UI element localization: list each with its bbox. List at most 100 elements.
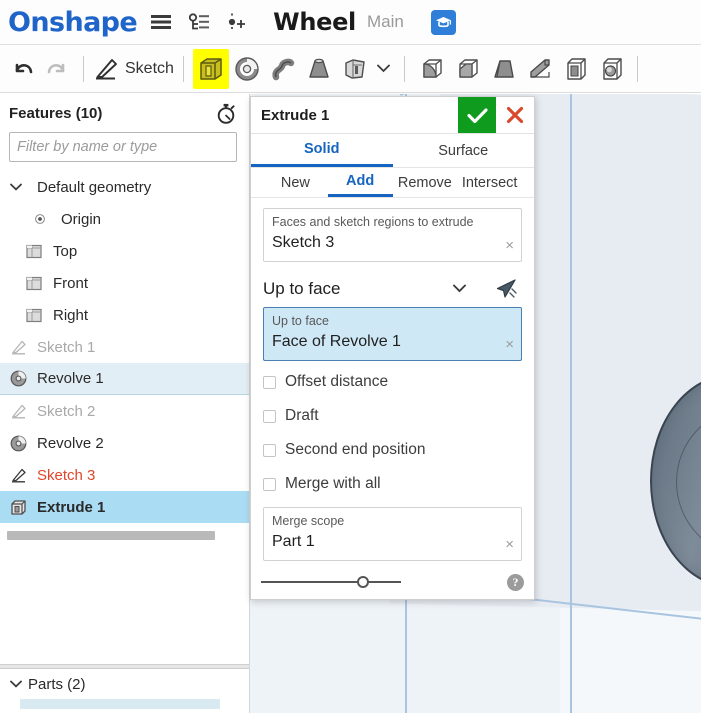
sketch-button[interactable]: Sketch [93, 50, 174, 88]
stopwatch-icon[interactable] [213, 100, 239, 126]
add-version-icon[interactable] [223, 7, 251, 37]
chevron-down-icon[interactable] [373, 50, 395, 88]
hole-icon[interactable] [594, 49, 630, 89]
checkbox-second-end-position[interactable]: Second end position [263, 433, 522, 467]
extrude-icon [10, 499, 32, 516]
feature-label: Top [53, 242, 78, 260]
sketch-line-vertical-2 [570, 94, 572, 713]
extrude-dialog-body: Faces and sketch regions to extrude Sket… [251, 198, 534, 561]
draft-icon[interactable] [486, 49, 522, 89]
slider-track[interactable] [261, 581, 401, 583]
merge-scope-label: Merge scope [272, 514, 345, 528]
feature-tree-item-right[interactable]: Right [0, 299, 249, 331]
tab-remove[interactable]: Remove [393, 168, 458, 197]
checkbox-box[interactable] [263, 409, 276, 423]
checkbox-draft[interactable]: Draft [263, 399, 522, 433]
tab-intersect[interactable]: Intersect [457, 168, 522, 197]
toolbar-divider-2 [182, 55, 184, 82]
parts-title: Parts (2) [28, 675, 86, 693]
clear-up-to-face-icon[interactable]: × [505, 337, 514, 352]
origin-icon [34, 213, 56, 225]
clear-faces-icon[interactable]: × [505, 238, 514, 253]
tab-new[interactable]: New [263, 168, 328, 197]
document-title[interactable]: Wheel [273, 8, 356, 36]
end-condition-row: Up to face [263, 271, 522, 307]
loft-icon[interactable] [301, 49, 337, 89]
faces-to-extrude-field[interactable]: Faces and sketch regions to extrude Sket… [263, 208, 522, 262]
end-condition-value: Up to face [263, 279, 341, 298]
onshape-logo[interactable]: Onshape [8, 7, 138, 38]
feature-tree-item-sketch-1[interactable]: Sketch 1 [0, 331, 249, 363]
feature-label: Default geometry [37, 178, 152, 196]
checkbox-label: Second end position [285, 441, 426, 458]
clear-merge-scope-icon[interactable]: × [505, 537, 514, 552]
feature-filter-input[interactable] [9, 132, 237, 162]
graduation-cap-icon[interactable] [430, 9, 456, 35]
app-header: Onshape Wheel Main [0, 0, 701, 45]
opacity-slider[interactable] [261, 575, 401, 589]
merge-scope-field[interactable]: Merge scope Part 1 × [263, 507, 522, 561]
feature-toolbar: Sketch [0, 45, 701, 93]
checkbox-offset-distance[interactable]: Offset distance [263, 365, 522, 399]
undo-icon[interactable] [6, 50, 40, 88]
slider-thumb[interactable] [357, 576, 369, 588]
extrude-icon[interactable] [192, 48, 229, 89]
feature-tree-item-revolve-2[interactable]: Revolve 2 [0, 427, 249, 459]
tab-surface[interactable]: Surface [393, 134, 535, 167]
toolbar-divider-1 [83, 55, 84, 82]
toolbar-divider-3 [403, 55, 405, 82]
chevron-down-icon[interactable] [10, 675, 22, 693]
merge-scope-value: Part 1 [272, 533, 315, 550]
revolve-icon [10, 435, 32, 452]
checkbox-box[interactable] [263, 375, 276, 389]
extrude-dialog: Extrude 1 Solid Surface New Add Remove I… [250, 96, 535, 600]
shell-icon[interactable] [558, 49, 594, 89]
feature-tree-item-revolve-1[interactable]: Revolve 1 [0, 363, 249, 395]
hamburger-menu-icon[interactable] [147, 7, 175, 37]
thicken-icon[interactable] [337, 49, 373, 89]
accept-button[interactable] [458, 97, 496, 133]
extrude-dialog-header: Extrude 1 [251, 97, 534, 134]
end-condition-dropdown[interactable]: Up to face [263, 274, 488, 304]
feature-tree-item-sketch-3[interactable]: Sketch 3 [0, 459, 249, 491]
sketch-icon [10, 404, 32, 419]
sketch-icon [10, 340, 32, 355]
plane-icon [26, 276, 48, 291]
flip-direction-arrow-icon[interactable] [492, 274, 522, 304]
feature-tree: Default geometry Origin Top Front Right … [0, 171, 249, 540]
version-graph-icon[interactable] [185, 7, 213, 37]
parts-header[interactable]: Parts (2) [0, 669, 249, 699]
help-icon[interactable]: ? [507, 573, 524, 591]
tab-solid[interactable]: Solid [251, 134, 393, 167]
chevron-down-icon[interactable] [453, 280, 466, 298]
chevron-down-icon[interactable] [10, 183, 32, 191]
checkbox-box[interactable] [263, 443, 276, 457]
feature-tree-scrollbar[interactable] [7, 531, 215, 540]
checkbox-box[interactable] [263, 477, 276, 491]
feature-tree-item-origin[interactable]: Origin [0, 203, 249, 235]
parts-list-item[interactable] [20, 699, 220, 709]
extrude-dialog-title[interactable]: Extrude 1 [251, 97, 458, 133]
sweep-icon[interactable] [265, 49, 301, 89]
tab-add[interactable]: Add [327, 168, 393, 197]
chamfer-icon[interactable] [450, 49, 486, 89]
feature-tree-item-front[interactable]: Front [0, 267, 249, 299]
feature-tree-item-extrude-1[interactable]: Extrude 1 [0, 491, 249, 523]
workspace-name[interactable]: Main [367, 12, 404, 32]
part-inner-edge [676, 406, 701, 558]
up-to-face-field[interactable]: Up to face Face of Revolve 1 × [263, 307, 522, 361]
checkbox-label: Offset distance [285, 373, 389, 390]
up-to-face-label: Up to face [272, 314, 329, 328]
feature-tree-item-top[interactable]: Top [0, 235, 249, 267]
feature-tree-item-default-geometry[interactable]: Default geometry [0, 171, 249, 203]
revolve-icon[interactable] [229, 49, 265, 89]
rib-icon[interactable] [522, 49, 558, 89]
cancel-button[interactable] [496, 97, 534, 133]
fillet-icon[interactable] [414, 49, 450, 89]
sketch-label: Sketch [125, 59, 174, 77]
revolve-icon [10, 370, 32, 387]
toolbar-divider-4 [636, 55, 638, 82]
checkbox-merge-with-all[interactable]: Merge with all [263, 467, 522, 501]
redo-icon[interactable] [40, 50, 74, 88]
feature-tree-item-sketch-2[interactable]: Sketch 2 [0, 395, 249, 427]
